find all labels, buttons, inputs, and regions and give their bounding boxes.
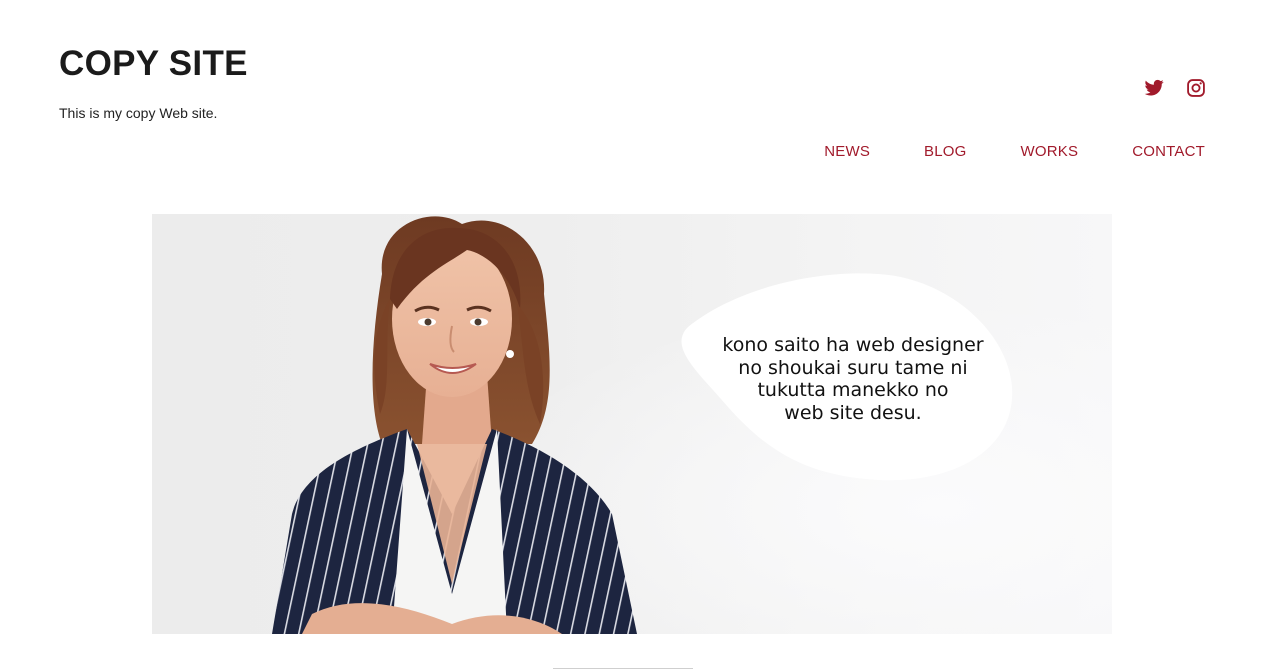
site-tagline: This is my copy Web site. bbox=[59, 105, 218, 121]
nav-item-contact[interactable]: CONTACT bbox=[1132, 143, 1205, 160]
page: COPY SITE This is my copy Web site. NEWS… bbox=[0, 0, 1267, 670]
twitter-link[interactable] bbox=[1144, 78, 1164, 98]
nav-item-news[interactable]: NEWS bbox=[824, 143, 870, 160]
hero-image: kono saito ha web designer no shoukai su… bbox=[152, 214, 1112, 634]
instagram-link[interactable] bbox=[1186, 78, 1206, 98]
speech-bubble: kono saito ha web designer no shoukai su… bbox=[678, 272, 1014, 482]
main-nav: NEWS BLOG WORKS CONTACT bbox=[824, 143, 1205, 160]
nav-item-blog[interactable]: BLOG bbox=[924, 143, 966, 160]
instagram-icon bbox=[1187, 79, 1205, 97]
twitter-icon bbox=[1144, 79, 1164, 96]
bubble-text: kono saito ha web designer no shoukai su… bbox=[722, 334, 984, 424]
nav-item-works[interactable]: WORKS bbox=[1021, 143, 1079, 160]
site-title[interactable]: COPY SITE bbox=[59, 44, 248, 84]
social-links bbox=[1144, 78, 1206, 98]
